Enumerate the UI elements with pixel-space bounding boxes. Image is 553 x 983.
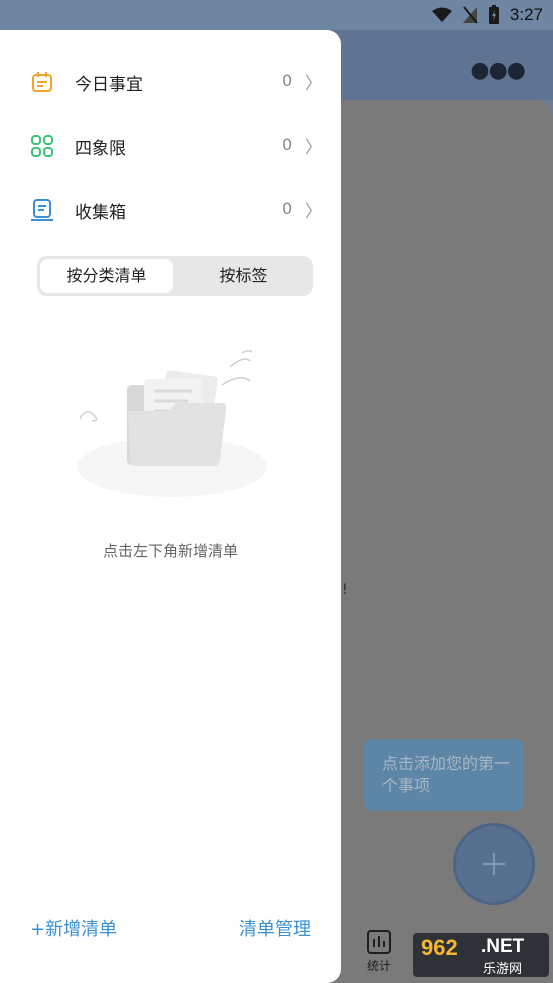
more-options-icon[interactable]: ●●● [470,58,526,83]
stats-icon [367,930,391,954]
add-task-button[interactable] [456,826,532,902]
empty-state-text: 点击左下角新增清单 [102,542,238,560]
background-empty-text: ! [342,582,348,598]
watermark-subtitle: 乐游网 [483,962,523,977]
status-time: 3:27 [509,5,543,24]
wifi-icon [431,7,452,22]
nav-item-today[interactable]: 今日事宜 0 〉 [0,54,341,110]
tab-by-tag[interactable]: 按标签 [177,259,310,293]
nav-item-inbox[interactable]: 收集箱 0 〉 [0,182,341,238]
add-list-button[interactable]: +新增清单 [30,915,117,941]
chevron-right-icon: 〉 [305,74,322,94]
add-task-tooltip: 点击添加您的第一个事项 [364,739,524,811]
quadrant-icon [31,135,53,157]
chevron-right-icon: 〉 [305,202,322,222]
nav-count-inbox: 0 [282,199,293,218]
nav-count-today: 0 [282,71,293,90]
plus-icon [483,853,505,875]
no-signal-icon [462,6,478,24]
side-drawer: 今日事宜 0 〉 四象限 0 〉 收集箱 0 〉 按分类清单 按标签 点击左下角… [0,30,341,983]
watermark-number: 962 [421,935,458,960]
tab-stats-label: 统计 [366,959,391,973]
nav-label-inbox: 收集箱 [75,203,126,223]
tab-by-category[interactable]: 按分类清单 [40,259,173,293]
status-icons: 3:27 [431,4,543,26]
empty-folder-illustration [77,349,267,497]
manage-lists-button[interactable]: 清单管理 [239,915,311,941]
watermark-net: .NET [481,936,525,957]
nav-label-quadrant: 四象限 [75,139,126,159]
nav-label-today: 今日事宜 [75,75,143,95]
tab-stats[interactable]: 统计 [364,930,394,974]
status-bar: 3:27 [0,0,553,30]
site-watermark: 962 .NET 乐游网 [413,933,549,977]
battery-icon [488,5,499,24]
nav-item-quadrant[interactable]: 四象限 0 〉 [0,118,341,174]
calendar-icon [32,72,52,92]
inbox-icon [31,199,53,221]
chevron-right-icon: 〉 [305,138,322,158]
list-mode-segmented-control: 按分类清单 按标签 [37,256,313,296]
nav-count-quadrant: 0 [282,135,293,154]
